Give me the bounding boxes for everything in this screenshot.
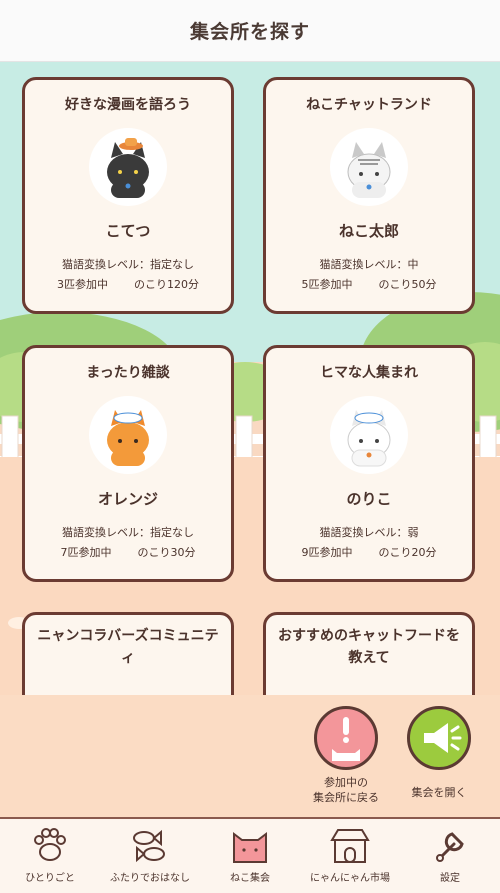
- orange-cat-icon: [89, 396, 167, 474]
- room-title: ねこチャットランド: [306, 97, 432, 113]
- room-card[interactable]: ヒマな人集まれ のりこ 猫語変換レベル：弱 9匹参加中 のこり20分: [263, 345, 475, 582]
- black-cat-icon: [89, 128, 167, 206]
- tab-two-person-chat[interactable]: ふたりでおはなし: [100, 819, 200, 893]
- room-title: ヒマな人集まれ: [320, 365, 418, 381]
- white-cat-icon: [330, 396, 408, 474]
- bottom-tab-bar: ひとりごと ふたりでおはなし ねこ集会 にゃんにゃん市場 設定: [0, 817, 500, 893]
- tab-label: にゃんにゃん市場: [310, 873, 390, 884]
- time-remaining: のこり120分: [134, 278, 199, 291]
- room-title: まったり雑談: [86, 365, 170, 381]
- translation-level: 猫語変換レベル：指定なし: [62, 526, 194, 539]
- participant-count: 9匹参加中: [301, 546, 353, 559]
- translation-level: 猫語変換レベル：弱: [319, 526, 419, 539]
- return-to-room-button[interactable]: [314, 706, 378, 770]
- participant-count: 7匹参加中: [60, 546, 112, 559]
- open-meeting-button[interactable]: [407, 706, 471, 770]
- shop-icon: [328, 825, 372, 865]
- wrench-icon: [428, 825, 472, 865]
- fish-icon: [128, 825, 172, 865]
- paw-icon: [28, 825, 72, 865]
- megaphone-icon: [424, 723, 462, 753]
- participant-count: 5匹参加中: [301, 278, 353, 291]
- exclamation-cat-icon: [332, 717, 360, 761]
- host-name: のりこ: [346, 490, 392, 508]
- tab-label: ねこ集会: [230, 873, 270, 884]
- tab-cat-meeting[interactable]: ねこ集会: [200, 819, 300, 893]
- time-remaining: のこり50分: [378, 278, 437, 291]
- open-button-label: 集会を開く: [411, 786, 467, 799]
- room-card[interactable]: ねこチャットランド ねこ太郎 猫語変換レベル：中 5匹参加中 のこり50分: [263, 77, 475, 314]
- room-card[interactable]: まったり雑談 オレンジ 猫語変換レベル：指定なし 7匹参加中 のこり30分: [22, 345, 234, 582]
- host-name: ねこ太郎: [338, 222, 399, 240]
- tab-monologue[interactable]: ひとりごと: [0, 819, 100, 893]
- room-card[interactable]: 好きな漫画を語ろう こてつ 猫語変換レベル：指定なし 3匹参加中 のこり120分: [22, 77, 234, 314]
- room-title: 好きな漫画を語ろう: [65, 97, 191, 113]
- time-remaining: のこり20分: [378, 546, 437, 559]
- tab-settings[interactable]: 設定: [400, 819, 500, 893]
- room-title: おすすめのキャットフードを教えて: [278, 628, 460, 666]
- room-title: ニャンコラバーズコミュニティ: [37, 628, 219, 666]
- translation-level: 猫語変換レベル：中: [319, 258, 419, 271]
- page-title: 集会所を探す: [189, 21, 310, 43]
- translation-level: 猫語変換レベル：指定なし: [62, 258, 194, 271]
- tab-label: ひとりごと: [25, 873, 75, 884]
- tab-label: ふたりでおはなし: [110, 873, 190, 884]
- participant-count: 3匹参加中: [57, 278, 108, 291]
- host-name: こてつ: [105, 222, 151, 240]
- tab-label: 設定: [440, 873, 460, 884]
- cat-face-icon: [228, 825, 272, 865]
- tab-market[interactable]: にゃんにゃん市場: [300, 819, 400, 893]
- time-remaining: のこり30分: [137, 546, 196, 559]
- tabby-cat-icon: [330, 128, 408, 206]
- return-button-label: 参加中の 集会所に戻る: [313, 776, 379, 804]
- host-name: オレンジ: [97, 490, 158, 508]
- top-bar: 集会所を探す: [0, 0, 500, 62]
